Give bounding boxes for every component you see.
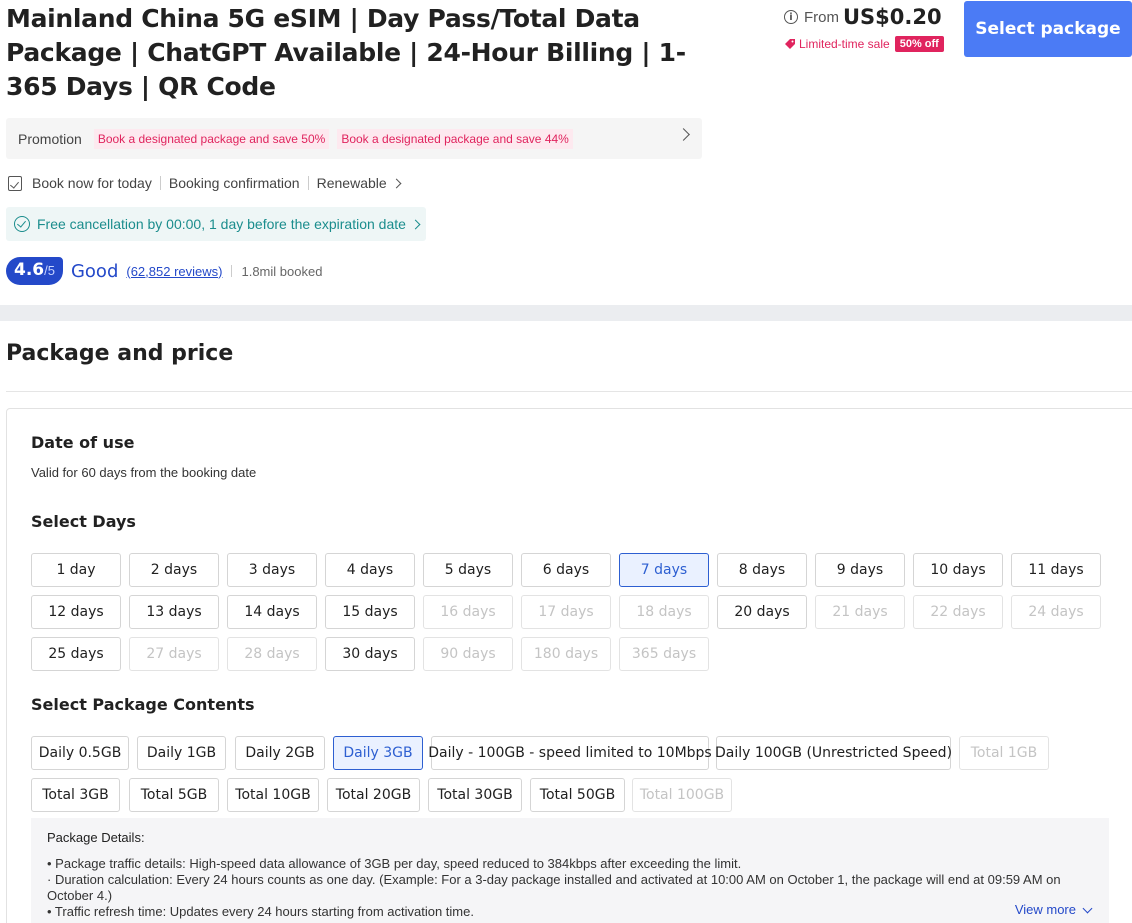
- price-value: US$0.20: [843, 5, 942, 29]
- day-option[interactable]: 13 days: [129, 595, 219, 629]
- package-content-option[interactable]: Daily 100GB (Unrestricted Speed): [715, 736, 952, 770]
- day-option[interactable]: 15 days: [325, 595, 415, 629]
- day-option[interactable]: 27 days: [129, 637, 219, 671]
- day-option[interactable]: 24 days: [1011, 595, 1101, 629]
- day-option[interactable]: 365 days: [619, 637, 709, 671]
- promotion-tag: Book a designated package and save 44%: [337, 128, 573, 149]
- view-more-label: View more: [1014, 902, 1076, 917]
- package-detail-line: · Duration calculation: Every 24 hours c…: [47, 872, 1061, 903]
- package-content-option[interactable]: Total 50GB: [530, 778, 625, 812]
- day-option[interactable]: 16 days: [423, 595, 513, 629]
- booking-item: Book now for today: [32, 175, 152, 191]
- package-details: Package Details: • Package traffic detai…: [31, 818, 1109, 923]
- select-package-button[interactable]: Select package: [964, 1, 1132, 57]
- day-option[interactable]: 12 days: [31, 595, 121, 629]
- reviews-link[interactable]: (62,852 reviews): [126, 264, 222, 279]
- sale-label: Limited-time sale: [799, 37, 890, 51]
- free-cancellation-banner[interactable]: Free cancellation by 00:00, 1 day before…: [6, 207, 426, 241]
- rating-out-of: /5: [44, 263, 55, 278]
- rating-label: Good: [70, 260, 119, 282]
- cancellation-text: Free cancellation by 00:00, 1 day before…: [37, 216, 406, 232]
- promotion-bar[interactable]: Promotion Book a designated package and …: [6, 118, 702, 159]
- day-option[interactable]: 6 days: [521, 553, 611, 587]
- chevron-down-icon: [1082, 903, 1093, 913]
- day-option[interactable]: 30 days: [325, 637, 415, 671]
- package-content-option[interactable]: Total 10GB: [227, 778, 319, 812]
- package-content-option[interactable]: Total 100GB: [632, 778, 732, 812]
- separator: [307, 176, 309, 190]
- day-option[interactable]: 1 day: [31, 553, 121, 587]
- package-detail-line: • Package traffic details: High-speed da…: [47, 856, 742, 871]
- day-option[interactable]: 20 days: [717, 595, 807, 629]
- booking-item: Booking confirmation: [168, 175, 300, 191]
- separator: [159, 176, 161, 190]
- booked-count: 1.8mil booked: [241, 263, 323, 279]
- discount-badge: 50% off: [894, 36, 944, 52]
- day-option[interactable]: 14 days: [227, 595, 317, 629]
- promotion-tag: Book a designated package and save 50%: [93, 128, 330, 149]
- rating-score: 4.6: [14, 260, 45, 280]
- package-content-option[interactable]: Total 1GB: [959, 736, 1049, 770]
- package-content-option[interactable]: Daily 1GB: [137, 736, 226, 770]
- day-option[interactable]: 25 days: [31, 637, 121, 671]
- package-content-option[interactable]: Total 20GB: [327, 778, 420, 812]
- day-option[interactable]: 22 days: [913, 595, 1003, 629]
- rating-score-badge: 4.6 /5: [6, 257, 63, 285]
- check-circle-icon: [14, 216, 30, 232]
- section-divider: [0, 305, 1132, 321]
- divider-line: [6, 391, 1132, 392]
- day-option[interactable]: 2 days: [129, 553, 219, 587]
- day-option[interactable]: 7 days: [619, 553, 709, 587]
- day-option[interactable]: 8 days: [717, 553, 807, 587]
- day-option[interactable]: 28 days: [227, 637, 317, 671]
- chevron-right-icon: [410, 219, 421, 229]
- package-content-option[interactable]: Total 30GB: [428, 778, 522, 812]
- section-title: Package and price: [6, 341, 234, 366]
- package-content-option[interactable]: Daily 3GB: [333, 736, 423, 770]
- day-option[interactable]: 18 days: [619, 595, 709, 629]
- price-box: i From US$0.20 Limited-time sale 50% off: [784, 4, 954, 52]
- info-icon[interactable]: i: [784, 10, 798, 24]
- price-tag-icon: [785, 39, 795, 49]
- package-content-option[interactable]: Total 3GB: [31, 778, 120, 812]
- promotion-label: Promotion: [18, 130, 82, 147]
- package-content-option[interactable]: Total 5GB: [129, 778, 219, 812]
- select-contents-heading: Select Package Contents: [31, 695, 255, 714]
- date-of-use-subtext: Valid for 60 days from the booking date: [31, 465, 257, 480]
- package-detail-line: • Traffic refresh time: Updates every 24…: [47, 904, 474, 919]
- day-option[interactable]: 17 days: [521, 595, 611, 629]
- day-option[interactable]: 11 days: [1011, 553, 1101, 587]
- day-option[interactable]: 5 days: [423, 553, 513, 587]
- chevron-right-icon: [391, 178, 402, 188]
- day-option[interactable]: 90 days: [423, 637, 513, 671]
- day-option[interactable]: 4 days: [325, 553, 415, 587]
- booking-info[interactable]: Book now for today Booking confirmation …: [8, 173, 402, 193]
- rating-row: 4.6 /5 Good (62,852 reviews) 1.8mil book…: [6, 257, 322, 285]
- day-option[interactable]: 10 days: [913, 553, 1003, 587]
- date-of-use-heading: Date of use: [31, 433, 135, 452]
- day-option[interactable]: 3 days: [227, 553, 317, 587]
- package-content-option[interactable]: Daily 0.5GB: [31, 736, 129, 770]
- select-days-heading: Select Days: [31, 512, 136, 531]
- product-title: Mainland China 5G eSIM | Day Pass/Total …: [6, 4, 686, 101]
- package-content-option[interactable]: Daily - 100GB - speed limited to 10Mbps: [428, 736, 712, 770]
- day-option[interactable]: 180 days: [521, 637, 611, 671]
- day-option[interactable]: 9 days: [815, 553, 905, 587]
- chevron-right-icon[interactable]: [677, 128, 690, 141]
- separator: [231, 265, 233, 277]
- day-option[interactable]: 21 days: [815, 595, 905, 629]
- from-label: From: [804, 8, 839, 26]
- booking-item: Renewable: [316, 175, 387, 191]
- view-more-link[interactable]: View more: [1014, 902, 1093, 918]
- package-content-option[interactable]: Daily 2GB: [235, 736, 325, 770]
- calendar-check-icon: [8, 175, 22, 191]
- package-details-heading: Package Details:: [47, 830, 145, 845]
